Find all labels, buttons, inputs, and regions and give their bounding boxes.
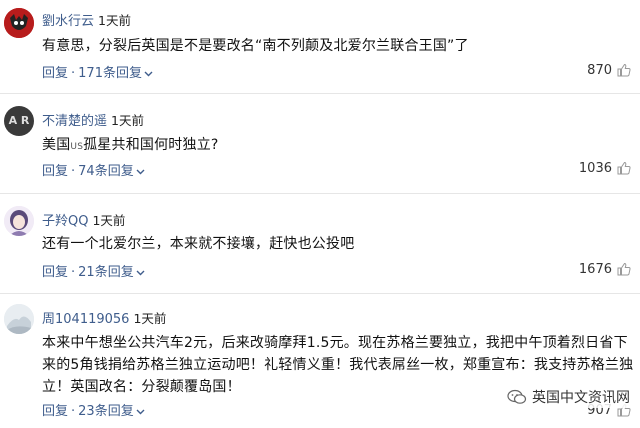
like-count: 1036 (578, 160, 612, 176)
comment-text: 美国US孤星共和国何时独立? (42, 137, 219, 153)
divider (0, 93, 640, 94)
timestamp: 1天前 (98, 13, 131, 28)
thumbs-up-icon (617, 262, 631, 276)
watermark: 英国中文资讯网 (505, 386, 632, 408)
divider (0, 193, 640, 194)
like-button[interactable]: 870 (587, 62, 632, 78)
username[interactable]: 不清楚的遥 1天前 (42, 110, 144, 129)
username[interactable]: 劉水行云 1天前 (42, 10, 131, 29)
reply-button[interactable]: 回复 (42, 265, 68, 280)
avatar[interactable] (4, 8, 34, 38)
chevron-down-icon (136, 270, 145, 275)
like-button[interactable]: 1676 (579, 261, 632, 277)
replies-toggle[interactable]: 21条回复 (78, 265, 145, 280)
replies-toggle[interactable]: 171条回复 (78, 66, 153, 81)
avatar[interactable]: A R (4, 106, 34, 136)
reply-button[interactable]: 回复 (42, 164, 68, 179)
timestamp: 1天前 (111, 113, 144, 128)
replies-toggle[interactable]: 74条回复 (78, 164, 145, 179)
wechat-icon (507, 389, 527, 404)
timestamp: 1天前 (133, 311, 167, 326)
thumbs-up-icon (617, 161, 631, 175)
timestamp: 1天前 (92, 213, 126, 228)
username[interactable]: 子羚QQ 1天前 (42, 210, 125, 229)
like-count: 1676 (578, 261, 612, 277)
replies-toggle[interactable]: 23条回复 (78, 404, 145, 419)
username[interactable]: 周104119056 1天前 (42, 308, 166, 327)
chevron-down-icon (136, 169, 145, 174)
avatar[interactable] (4, 206, 34, 236)
divider (0, 293, 640, 294)
comment-text: 还有一个北爱尔兰，本来就不接壤，赶快也公投吧 (42, 236, 355, 252)
reply-button[interactable]: 回复 (42, 66, 68, 81)
thumbs-up-icon (617, 63, 631, 77)
watermark-text: 英国中文资讯网 (532, 390, 630, 406)
reply-button[interactable]: 回复 (42, 404, 68, 419)
comment-text: 有意思，分裂后英国是不是要改名“南不列颠及北爱尔兰联合王国”了 (42, 38, 469, 54)
chevron-down-icon (144, 71, 153, 76)
like-button[interactable]: 1036 (579, 160, 632, 176)
avatar[interactable] (4, 304, 34, 334)
like-count: 870 (587, 62, 612, 78)
chevron-down-icon (136, 409, 145, 414)
